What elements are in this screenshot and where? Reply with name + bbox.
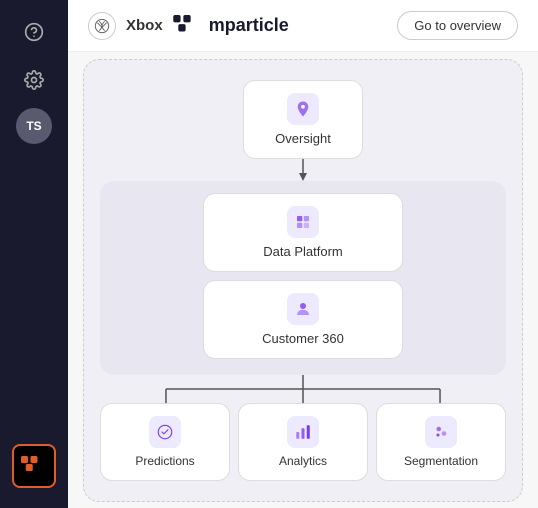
predictions-label: Predictions bbox=[135, 454, 194, 468]
main-content: Xbox mparticle Go to overview bbox=[68, 0, 538, 508]
sidebar: TS bbox=[0, 0, 68, 508]
mparticle-logo-icon[interactable] bbox=[12, 444, 56, 488]
help-icon[interactable] bbox=[14, 12, 54, 52]
segmentation-label: Segmentation bbox=[404, 454, 478, 468]
bottom-nodes: Predictions Analytics bbox=[100, 403, 506, 481]
diagram-container: Oversight bbox=[83, 59, 523, 502]
predictions-icon bbox=[149, 416, 181, 448]
analytics-label: Analytics bbox=[279, 454, 327, 468]
diagram-area: Oversight bbox=[68, 52, 538, 508]
analytics-node[interactable]: Analytics bbox=[238, 403, 368, 481]
inner-group: Data Platform Customer 360 bbox=[100, 181, 506, 375]
arrow-oversight-to-platform bbox=[296, 159, 310, 181]
mparticle-brand-name: mparticle bbox=[209, 15, 289, 36]
branch-lines bbox=[100, 375, 506, 403]
oversight-icon bbox=[287, 93, 319, 125]
data-platform-icon bbox=[287, 206, 319, 238]
data-platform-label: Data Platform bbox=[263, 244, 342, 259]
segmentation-node[interactable]: Segmentation bbox=[376, 403, 506, 481]
app-name: Xbox bbox=[126, 17, 163, 34]
predictions-node[interactable]: Predictions bbox=[100, 403, 230, 481]
header: Xbox mparticle Go to overview bbox=[68, 0, 538, 52]
go-to-overview-button[interactable]: Go to overview bbox=[397, 11, 518, 40]
customer-360-label: Customer 360 bbox=[262, 331, 344, 346]
xbox-icon bbox=[88, 12, 116, 40]
oversight-node[interactable]: Oversight bbox=[243, 80, 363, 159]
mparticle-logo: mparticle bbox=[173, 15, 289, 37]
customer-360-node[interactable]: Customer 360 bbox=[203, 280, 403, 359]
settings-icon[interactable] bbox=[14, 60, 54, 100]
segmentation-icon bbox=[425, 416, 457, 448]
header-left: Xbox mparticle bbox=[88, 12, 289, 40]
data-platform-node[interactable]: Data Platform bbox=[203, 193, 403, 272]
analytics-icon bbox=[287, 416, 319, 448]
oversight-label: Oversight bbox=[275, 131, 331, 146]
customer-360-icon bbox=[287, 293, 319, 325]
avatar[interactable]: TS bbox=[16, 108, 52, 144]
bottom-section: Predictions Analytics bbox=[100, 375, 506, 481]
